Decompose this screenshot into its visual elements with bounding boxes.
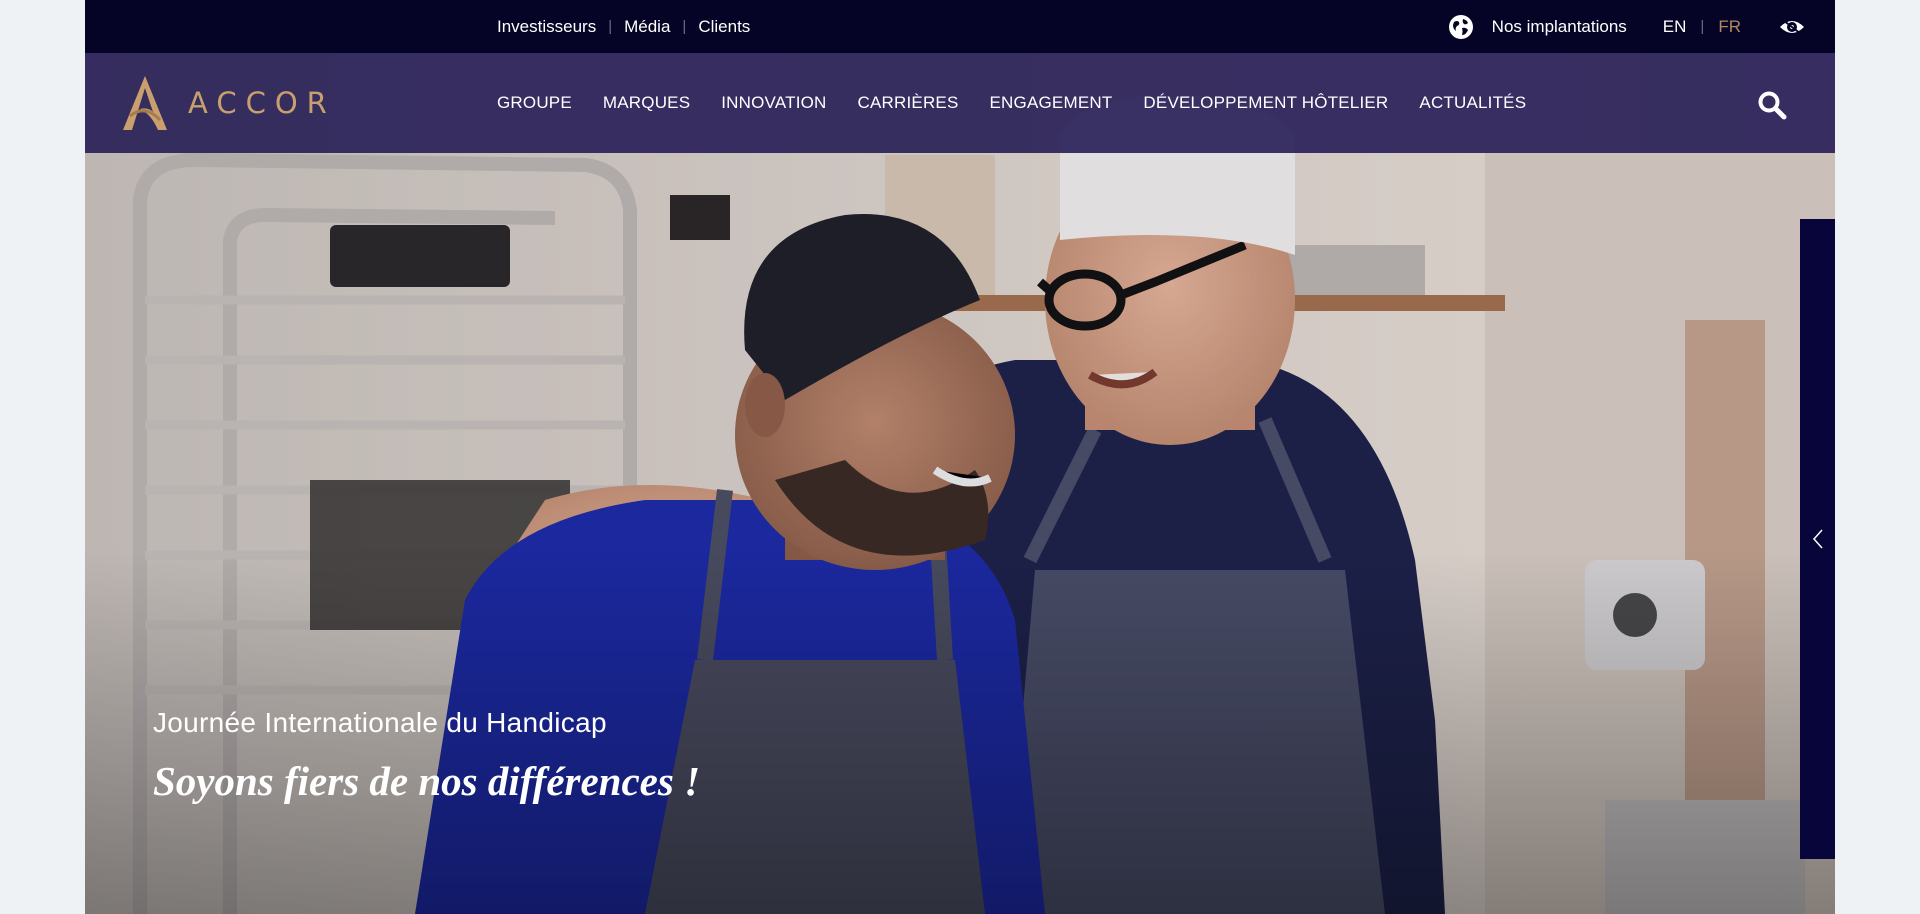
lang-en[interactable]: EN xyxy=(1663,17,1687,37)
utility-links: Investisseurs | Média | Clients xyxy=(497,0,750,53)
utility-right: Nos implantations EN | FR xyxy=(1448,0,1835,53)
nav-item-developpement-hotelier[interactable]: DÉVELOPPEMENT HÔTELIER xyxy=(1143,93,1388,113)
main-navigation: ACCOR GROUPE MARQUES INNOVATION CARRIÈRE… xyxy=(85,53,1835,153)
link-clients[interactable]: Clients xyxy=(698,17,750,37)
nav-menu: GROUPE MARQUES INNOVATION CARRIÈRES ENGA… xyxy=(497,53,1557,153)
accor-logo-icon xyxy=(123,76,167,130)
link-investisseurs[interactable]: Investisseurs xyxy=(497,17,596,37)
utility-bar: Investisseurs | Média | Clients Nos impl… xyxy=(85,0,1835,53)
hero-title[interactable]: Soyons fiers de nos différences ! xyxy=(153,757,700,805)
chevron-left-icon xyxy=(1812,529,1823,549)
search-icon[interactable] xyxy=(1757,90,1787,120)
hero-kicker: Journée Internationale du Handicap xyxy=(153,707,607,738)
divider: | xyxy=(608,18,613,35)
nav-item-marques[interactable]: MARQUES xyxy=(603,93,690,113)
slider-prev-tab[interactable] xyxy=(1800,219,1835,859)
nav-item-groupe[interactable]: GROUPE xyxy=(497,93,572,113)
divider: | xyxy=(1700,18,1705,35)
hero-caption: Journée Internationale du Handicap Soyon… xyxy=(153,707,700,805)
lang-fr[interactable]: FR xyxy=(1718,17,1741,37)
link-media[interactable]: Média xyxy=(624,17,670,37)
divider: | xyxy=(682,18,687,35)
eye-icon[interactable] xyxy=(1779,16,1805,38)
locations-link[interactable]: Nos implantations xyxy=(1492,17,1627,37)
nav-item-engagement[interactable]: ENGAGEMENT xyxy=(990,93,1113,113)
globe-icon[interactable] xyxy=(1448,14,1474,40)
nav-item-innovation[interactable]: INNOVATION xyxy=(721,93,826,113)
site-frame: Journée Internationale du Handicap Soyon… xyxy=(85,0,1835,914)
logo-text: ACCOR xyxy=(188,86,336,120)
nav-item-carrieres[interactable]: CARRIÈRES xyxy=(858,93,959,113)
accor-logo[interactable]: ACCOR xyxy=(120,74,336,132)
nav-item-actualites[interactable]: ACTUALITÉS xyxy=(1419,93,1526,113)
